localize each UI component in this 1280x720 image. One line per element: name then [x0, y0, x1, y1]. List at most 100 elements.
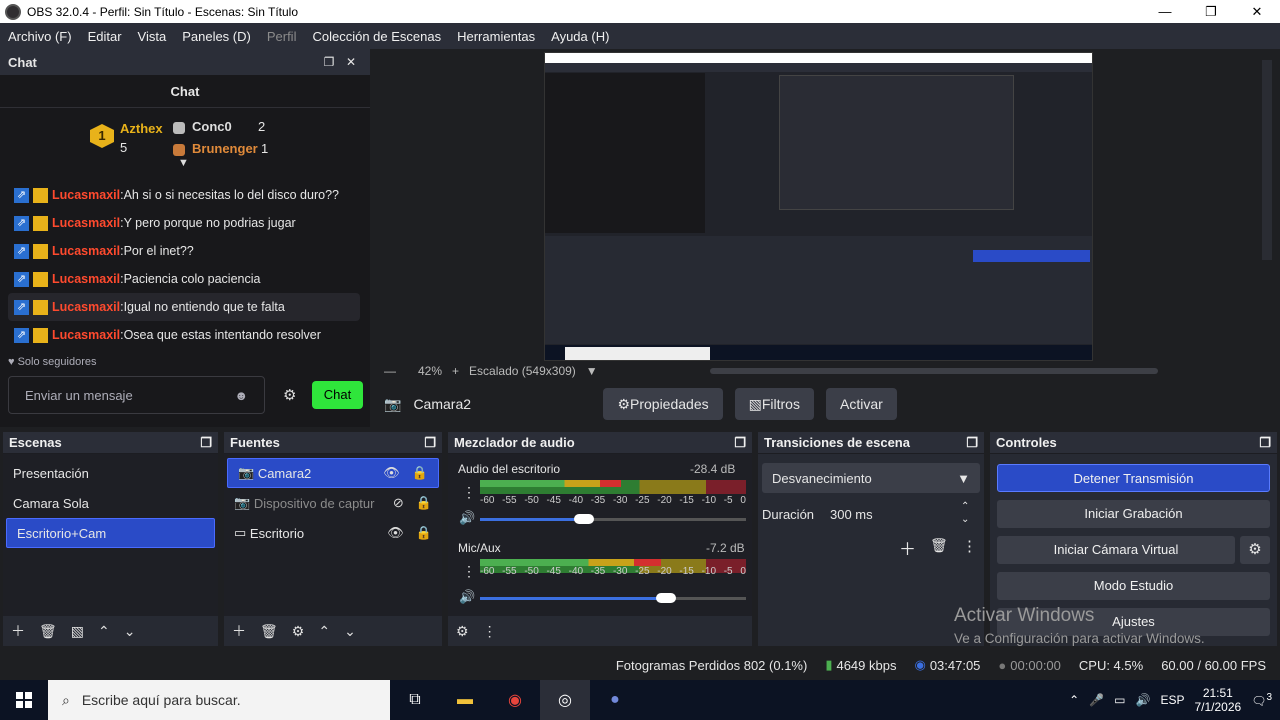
- transition-more-icon[interactable]: ⋮: [962, 537, 977, 555]
- clock[interactable]: 21:51 7/1/2026: [1194, 686, 1241, 714]
- lock-icon[interactable]: 🔒: [412, 465, 428, 481]
- channel-menu-icon[interactable]: ⋮: [462, 484, 476, 501]
- maximize-button[interactable]: ❐: [1188, 0, 1234, 23]
- move-down-icon[interactable]: ⌄: [124, 623, 136, 640]
- add-icon[interactable]: ＋: [11, 621, 25, 641]
- undock-icon[interactable]: ❐: [424, 435, 436, 451]
- menu-edit[interactable]: Editar: [80, 29, 130, 44]
- menu-tools[interactable]: Herramientas: [449, 29, 543, 44]
- lock-icon[interactable]: 🔒: [416, 495, 432, 511]
- volume-slider-knob[interactable]: [656, 593, 677, 603]
- scene-item[interactable]: Presentación: [3, 458, 218, 488]
- source-item-selected[interactable]: 📷 Camara2 👁 🔒: [227, 458, 439, 488]
- chat-message[interactable]: ⇗ Lucasmaxil: Paciencia colo paciencia: [0, 265, 370, 293]
- preview-canvas[interactable]: [544, 52, 1093, 361]
- undock-icon[interactable]: ❐: [318, 55, 340, 69]
- chat-username[interactable]: Lucasmaxil: [52, 216, 120, 230]
- zoom-in-button[interactable]: +: [452, 364, 459, 378]
- menu-scene-collection[interactable]: Colección de Escenas: [304, 29, 449, 44]
- source-item[interactable]: 📷 Dispositivo de captur ⊘ 🔒: [224, 488, 442, 518]
- taskbar-search[interactable]: ⌕ Escribe aquí para buscar.: [48, 680, 390, 720]
- source-item[interactable]: ▭ Escritorio 👁 🔒: [224, 518, 442, 548]
- add-transition-icon[interactable]: ＋: [899, 535, 916, 560]
- move-up-icon[interactable]: ⌃: [98, 623, 110, 640]
- transition-select[interactable]: Desvanecimiento ▼: [762, 463, 980, 493]
- file-explorer-icon[interactable]: ▬: [440, 680, 490, 720]
- volume-icon[interactable]: 🔊: [1136, 693, 1151, 707]
- volume-slider[interactable]: [480, 514, 746, 524]
- chrome-icon[interactable]: ◉: [490, 680, 540, 720]
- more-icon[interactable]: ⋮: [483, 623, 497, 640]
- virtual-camera-settings-icon[interactable]: ⚙: [1240, 536, 1270, 564]
- eye-icon[interactable]: 👁: [387, 525, 404, 541]
- advanced-audio-icon[interactable]: ⚙: [456, 623, 469, 640]
- zoom-out-button[interactable]: —: [384, 364, 396, 378]
- task-view-icon[interactable]: ⧉: [390, 680, 440, 720]
- lock-icon[interactable]: 🔒: [416, 525, 432, 541]
- chat-username[interactable]: Lucasmaxil: [52, 300, 120, 314]
- chat-message[interactable]: ⇗ Lucasmaxil: Por el inet??: [0, 237, 370, 265]
- close-dock-icon[interactable]: ✕: [340, 55, 362, 69]
- menu-docks[interactable]: Paneles (D): [174, 29, 259, 44]
- move-down-icon[interactable]: ⌄: [344, 623, 356, 640]
- menu-file[interactable]: Archivo (F): [0, 29, 80, 44]
- channel-menu-icon[interactable]: ⋮: [462, 563, 476, 580]
- chat-username[interactable]: Lucasmaxil: [52, 244, 120, 258]
- discord-icon[interactable]: ●: [590, 680, 640, 720]
- stop-streaming-button[interactable]: Detener Transmisión: [997, 464, 1270, 492]
- studio-mode-button[interactable]: Modo Estudio: [997, 572, 1270, 600]
- trash-icon[interactable]: 🗑: [260, 623, 278, 640]
- chat-username[interactable]: Lucasmaxil: [52, 328, 120, 342]
- chat-message[interactable]: ⇗ Lucasmaxil: Y pero porque no podrias ju…: [0, 209, 370, 237]
- chat-username[interactable]: Lucasmaxil: [52, 188, 120, 202]
- undock-icon[interactable]: ❐: [200, 435, 212, 451]
- menu-profile[interactable]: Perfil: [259, 29, 305, 44]
- tray-expand-icon[interactable]: ⌃: [1069, 693, 1079, 707]
- undock-icon[interactable]: ❐: [966, 435, 978, 451]
- menu-view[interactable]: Vista: [130, 29, 175, 44]
- scene-item-selected[interactable]: Escritorio+Cam: [6, 518, 215, 548]
- undock-icon[interactable]: ❐: [1259, 435, 1271, 451]
- activate-button[interactable]: Activar: [825, 388, 897, 420]
- start-recording-button[interactable]: Iniciar Grabación: [997, 500, 1270, 528]
- duration-stepper[interactable]: ⌃ ⌄: [961, 500, 969, 526]
- speaker-icon[interactable]: 🔊: [459, 589, 475, 605]
- volume-slider[interactable]: [480, 593, 746, 603]
- add-icon[interactable]: ＋: [232, 621, 246, 641]
- chat-send-button[interactable]: Chat: [312, 381, 363, 409]
- preview-vertical-scrollbar[interactable]: [1262, 60, 1272, 260]
- windows-start-icon[interactable]: [0, 680, 48, 720]
- eye-icon[interactable]: 👁: [383, 465, 400, 481]
- network-icon[interactable]: ▭: [1114, 693, 1125, 707]
- chat-message[interactable]: ⇗ Lucasmaxil: Ah si o si necesitas lo del…: [0, 181, 370, 209]
- chat-input[interactable]: Enviar un mensaje ☻: [8, 376, 265, 414]
- close-button[interactable]: ✕: [1234, 0, 1280, 23]
- undock-icon[interactable]: ❐: [734, 435, 746, 451]
- language-indicator[interactable]: ESP: [1160, 693, 1184, 707]
- volume-slider-knob[interactable]: [573, 514, 594, 524]
- preview-horizontal-scrollbar[interactable]: [710, 368, 1158, 374]
- chat-settings-icon[interactable]: ⚙: [283, 386, 296, 404]
- remove-transition-icon[interactable]: 🗑: [930, 537, 948, 554]
- scene-item[interactable]: Camara Sola: [3, 488, 218, 518]
- start-virtual-camera-button[interactable]: Iniciar Cámara Virtual: [997, 536, 1235, 564]
- eye-hidden-icon[interactable]: ⊘: [393, 495, 404, 511]
- mic-icon[interactable]: 🎤: [1089, 693, 1104, 707]
- minimize-button[interactable]: —: [1142, 0, 1188, 23]
- emote-icon[interactable]: ☻: [234, 388, 248, 403]
- speaker-icon[interactable]: 🔊: [459, 510, 475, 526]
- chat-message[interactable]: ⇗ Lucasmaxil: Igual no entiendo que te fa…: [8, 293, 360, 321]
- filters-button[interactable]: ▧ Filtros: [734, 388, 814, 420]
- chat-message[interactable]: ⇗ Lucasmaxil: Osea que estas intentando r…: [0, 321, 370, 349]
- gear-icon[interactable]: ⚙: [292, 623, 305, 640]
- duration-input[interactable]: 300 ms: [822, 499, 957, 529]
- collapse-leaderboard-icon[interactable]: ▼: [178, 157, 189, 169]
- menu-help[interactable]: Ayuda (H): [543, 29, 617, 44]
- scale-dropdown-icon[interactable]: ▼: [586, 364, 598, 378]
- filter-icon[interactable]: ▧: [71, 623, 84, 640]
- obs-taskbar-icon[interactable]: ◎: [540, 680, 590, 720]
- move-up-icon[interactable]: ⌃: [318, 623, 330, 640]
- notifications-icon[interactable]: 🗨3: [1251, 692, 1272, 708]
- chat-username[interactable]: Lucasmaxil: [52, 272, 120, 286]
- trash-icon[interactable]: 🗑: [39, 623, 57, 640]
